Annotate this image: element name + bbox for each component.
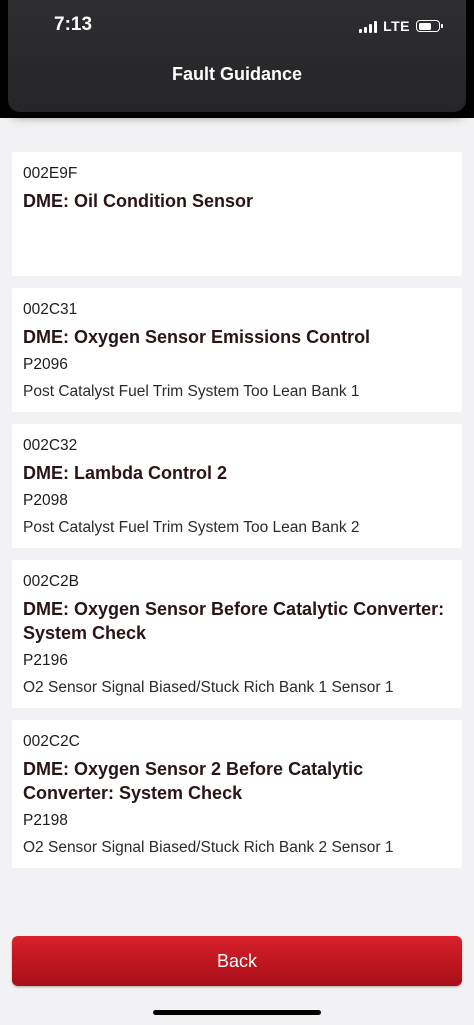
- signal-icon: [359, 20, 378, 33]
- fault-pcode: P2096: [23, 356, 68, 373]
- fault-description: O2 Sensor Signal Biased/Stuck Rich Bank …: [23, 839, 394, 856]
- battery-icon: [416, 20, 443, 32]
- page-title: Fault Guidance: [171, 64, 303, 84]
- app-header: 7:13 LTE Fault Guidance: [0, 0, 474, 118]
- fault-pcode: P2196: [23, 652, 68, 669]
- fault-code: 002C31: [23, 301, 78, 318]
- fault-title: DME: Oil Condition Sensor: [23, 191, 253, 211]
- fault-title: DME: Lambda Control 2: [23, 463, 228, 483]
- fault-title: DME: Oxygen Sensor Before Catalytic Conv…: [23, 599, 445, 643]
- status-time: 7:13: [54, 14, 93, 35]
- network-label: LTE: [383, 18, 410, 34]
- fault-title: DME: Oxygen Sensor Emissions Control: [23, 327, 371, 347]
- fault-code: 002C2C: [23, 733, 80, 750]
- back-button[interactable]: Back: [12, 936, 462, 986]
- fault-code: 002E9F: [23, 165, 78, 182]
- fault-description: Post Catalyst Fuel Trim System Too Lean …: [23, 519, 360, 536]
- fault-code: 002C32: [23, 437, 78, 454]
- fault-title: DME: Oxygen Sensor 2 Before Catalytic Co…: [23, 759, 364, 803]
- fault-description: Post Catalyst Fuel Trim System Too Lean …: [23, 383, 360, 400]
- fault-card[interactable]: 002C2C DME: Oxygen Sensor 2 Before Catal…: [12, 720, 462, 868]
- fault-card[interactable]: 002E9F DME: Oil Condition Sensor: [12, 152, 462, 276]
- fault-card[interactable]: 002C31 DME: Oxygen Sensor Emissions Cont…: [12, 288, 462, 412]
- fault-description: O2 Sensor Signal Biased/Stuck Rich Bank …: [23, 679, 394, 696]
- fault-code: 002C2B: [23, 573, 80, 590]
- fault-pcode: P2198: [23, 812, 68, 829]
- status-indicators: LTE: [359, 16, 443, 36]
- fault-card[interactable]: 002C32 DME: Lambda Control 2 P2098 Post …: [12, 424, 462, 548]
- fault-card[interactable]: 002C2B DME: Oxygen Sensor Before Catalyt…: [12, 560, 462, 708]
- header-panel: 7:13 LTE Fault Guidance: [8, 0, 466, 112]
- fault-pcode: P2098: [23, 492, 68, 509]
- home-indicator[interactable]: [153, 1010, 321, 1015]
